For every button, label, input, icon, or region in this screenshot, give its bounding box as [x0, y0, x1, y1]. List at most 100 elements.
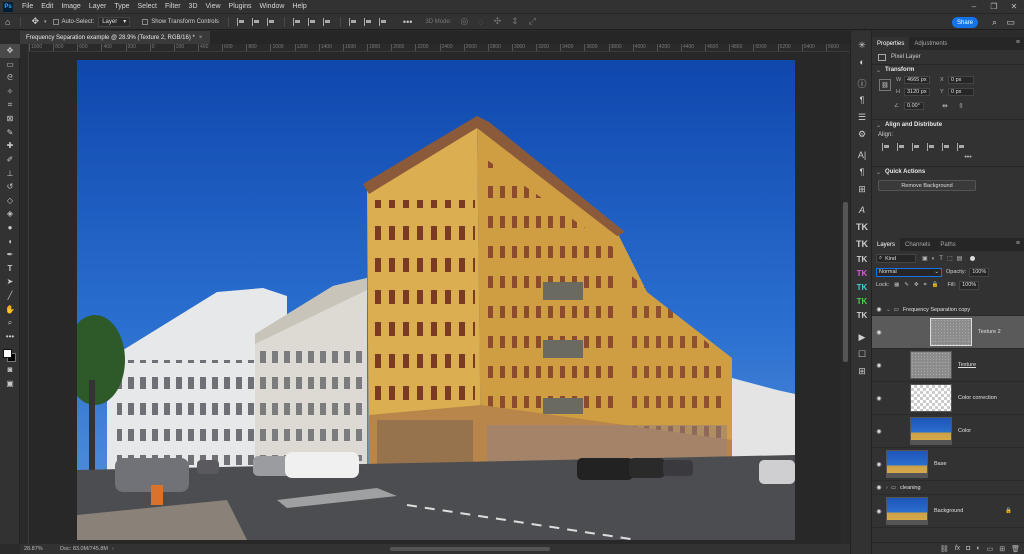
character-styles-icon[interactable]: A [851, 202, 873, 218]
zoom-tool-icon[interactable]: ⌕ [0, 316, 20, 330]
align-left-icon[interactable] [882, 143, 890, 151]
zoom-level[interactable]: 28.87% [20, 546, 50, 552]
tk-plugin-icon[interactable]: TK [851, 295, 873, 308]
align-left-icon[interactable] [236, 17, 246, 26]
horizontal-scrollbar[interactable] [390, 547, 550, 551]
pen-tool-icon[interactable]: ✒ [0, 248, 20, 262]
delete-layer-icon[interactable]: 🗑 [1011, 545, 1020, 553]
quick-actions-header[interactable]: ⌄ Quick Actions [872, 166, 1024, 177]
menu-plugins[interactable]: Plugins [225, 3, 256, 10]
visibility-eye-icon[interactable]: ◉ [872, 395, 886, 402]
transform-controls-checkbox[interactable] [142, 18, 149, 25]
chevron-right-icon[interactable]: › [112, 546, 114, 552]
fx-icon[interactable]: fx [955, 545, 960, 552]
height-field[interactable]: 3120 px [904, 88, 930, 96]
more-tools-icon[interactable]: ••• [0, 329, 20, 343]
glyphs-icon[interactable]: ⊞ [851, 181, 873, 197]
flip-vertical-icon[interactable]: ⇳ [958, 102, 964, 110]
align-bottom-icon[interactable] [322, 17, 332, 26]
layer-thumbnail[interactable] [910, 384, 952, 412]
adjustment-layer-icon[interactable]: ◐ [976, 545, 980, 552]
menu-help[interactable]: Help [288, 3, 310, 10]
distribute-icon[interactable] [378, 17, 388, 26]
kind-filter-dropdown[interactable]: ⌕ Kind [876, 254, 916, 263]
new-group-icon[interactable]: ▭ [987, 545, 994, 553]
visibility-eye-icon[interactable]: ◉ [872, 461, 886, 468]
3d-slide-icon[interactable]: ⇕ [511, 16, 519, 27]
fill-field[interactable]: 100% [959, 280, 980, 290]
chevron-down-icon[interactable]: ▾ [44, 19, 47, 25]
tab-paths[interactable]: Paths [935, 238, 960, 251]
tk-plugin-icon[interactable]: TK [851, 309, 873, 322]
workspace-icon[interactable]: ▭ [1006, 17, 1015, 28]
auto-select-dropdown[interactable]: Layer ▾ [98, 16, 131, 27]
type-tool-icon[interactable]: T [0, 262, 20, 276]
menu-file[interactable]: File [18, 3, 37, 10]
filter-toggle-icon[interactable] [970, 256, 976, 261]
tab-adjustments[interactable]: Adjustments [909, 37, 952, 50]
panel-menu-icon[interactable]: ≡ [1016, 240, 1020, 247]
tk-plugin-icon[interactable]: TK [851, 219, 873, 235]
distribute-icon[interactable] [363, 17, 373, 26]
menu-layer[interactable]: Layer [85, 3, 111, 10]
screen-mode-icon[interactable]: ▣ [0, 377, 20, 391]
align-section-header[interactable]: ⌄ Align and Distribute [872, 119, 1024, 130]
layer-thumbnail[interactable] [910, 417, 952, 445]
actions-play-icon[interactable]: ▶ [851, 329, 873, 345]
align-middle-icon[interactable] [307, 17, 317, 26]
align-middle-icon[interactable] [942, 143, 950, 151]
angle-field[interactable]: 0.00° [904, 102, 924, 110]
hand-tool-icon[interactable]: ✋ [0, 302, 20, 316]
layer-thumbnail[interactable] [910, 351, 952, 379]
menu-filter[interactable]: Filter [161, 3, 185, 10]
layer-row[interactable]: ◉ Color [872, 415, 1024, 448]
close-tab-icon[interactable]: × [199, 35, 203, 41]
add-mask-icon[interactable]: ◘ [966, 545, 970, 552]
document-image[interactable] [77, 60, 795, 540]
color-wheel-icon[interactable]: ◐ [851, 54, 873, 70]
link-icon[interactable]: ⛓ [879, 79, 891, 91]
tk-plugin-icon[interactable]: TK [851, 267, 873, 280]
foreground-color[interactable] [3, 349, 12, 359]
chevron-down-icon[interactable]: ⌄ [886, 307, 891, 313]
layer-row[interactable]: ◉ Background 🔒 [872, 495, 1024, 528]
eraser-icon[interactable]: ◇ [0, 194, 20, 208]
blur-tool-icon[interactable]: ● [0, 221, 20, 235]
layer-row-group[interactable]: ◉ ⌄ ▭ Frequency Separation copy [872, 304, 1024, 316]
artboard-tool-icon[interactable]: ▭ [0, 58, 20, 72]
align-top-icon[interactable] [292, 17, 302, 26]
visibility-eye-icon[interactable]: ◉ [872, 508, 886, 515]
link-layers-icon[interactable]: ⛓ [940, 545, 949, 553]
search-icon[interactable]: ⌕ [992, 17, 997, 28]
layer-row[interactable]: ◉ Texture [872, 349, 1024, 382]
layer-filter-icons[interactable]: ▣◐T⬚▤ [922, 255, 966, 262]
clone-stamp-icon[interactable]: ⊥ [0, 166, 20, 180]
adjustments-icon[interactable]: ☰ [851, 109, 873, 125]
layer-thumbnail[interactable] [886, 450, 928, 478]
lock-icons[interactable]: ▦✎✥⌗🔒 [894, 282, 943, 289]
paragraph-styles-icon[interactable]: ¶ [851, 92, 873, 108]
document-info[interactable]: Doc: 83.0M/745.8M [60, 546, 108, 552]
tab-properties[interactable]: Properties [872, 37, 910, 50]
flip-horizontal-icon[interactable]: ⇹ [942, 102, 948, 110]
distribute-icon[interactable] [348, 17, 358, 26]
share-button[interactable]: Share [952, 17, 978, 28]
layer-row[interactable]: ◉ Base [872, 448, 1024, 481]
magic-wand-icon[interactable]: ✧ [0, 85, 20, 99]
x-field[interactable]: 0 px [948, 76, 974, 84]
frame-tool-icon[interactable]: ⊠ [0, 112, 20, 126]
align-center-icon[interactable] [251, 17, 261, 26]
menu-edit[interactable]: Edit [37, 3, 57, 10]
visibility-eye-icon[interactable]: ◉ [872, 428, 886, 435]
maximize-icon[interactable]: ❐ [984, 0, 1004, 13]
layer-thumbnail[interactable] [930, 318, 972, 346]
menu-select[interactable]: Select [134, 3, 161, 10]
character-icon[interactable]: A| [851, 147, 873, 163]
blend-mode-dropdown[interactable]: Normal ⌄ [876, 267, 942, 277]
tk-plugin-icon[interactable]: TK [851, 253, 873, 266]
lock-icon[interactable]: 🔒 [1005, 508, 1012, 514]
opacity-field[interactable]: 100% [969, 267, 990, 277]
width-field[interactable]: 4665 px [904, 76, 930, 84]
brush-tool-icon[interactable]: ✐ [0, 153, 20, 167]
learn-icon[interactable]: ✳ [851, 37, 873, 53]
